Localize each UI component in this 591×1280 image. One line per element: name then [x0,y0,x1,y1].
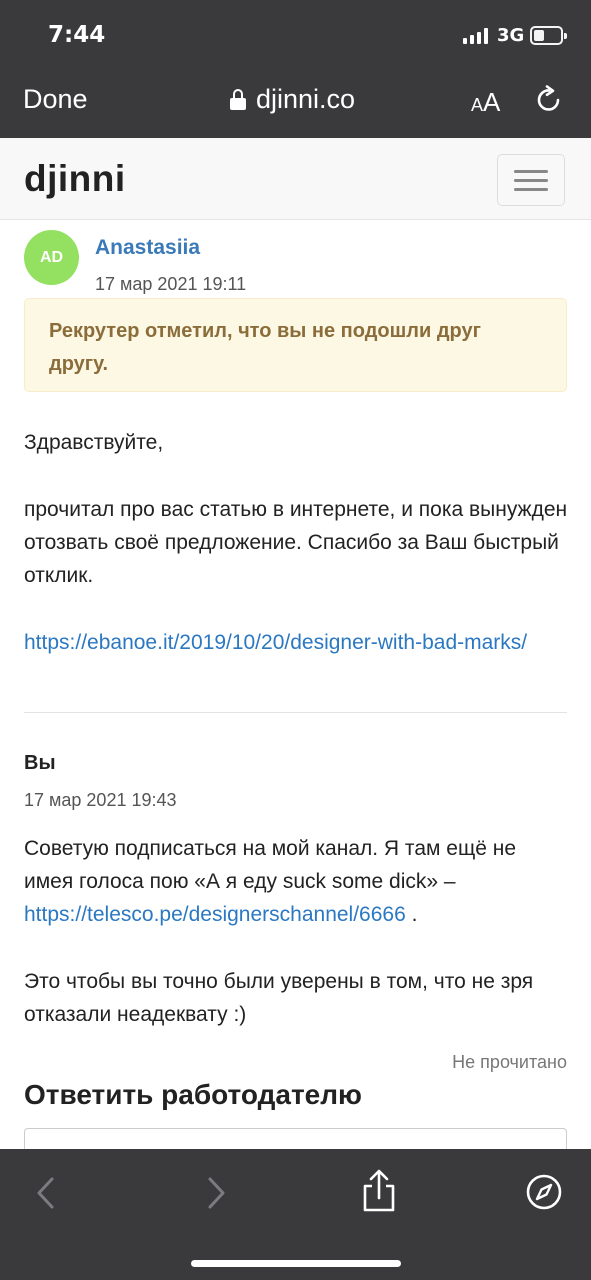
hamburger-icon-line [514,170,548,173]
lock-icon [230,88,246,111]
share-icon[interactable] [358,1169,400,1213]
browser-chrome: 7:44 3G Done djinni.co AA [0,0,591,138]
home-indicator [191,1260,401,1267]
back-icon[interactable] [28,1173,68,1213]
done-button[interactable]: Done [23,84,88,115]
channel-link[interactable]: https://telesco.pe/designerschannel/6666 [24,903,406,926]
compass-icon[interactable] [524,1172,564,1212]
sender-name: Вы [24,752,56,774]
sender-name-link[interactable]: Anastasiia [95,236,200,260]
message-greeting: Здравствуйте, [24,431,164,454]
reply-heading: Ответить работодателю [24,1079,362,1110]
hamburger-icon-line [514,179,548,182]
message-body: Советую подписаться на мой канал. Я там … [24,837,517,926]
message-body: прочитал про вас статью в интернете, и п… [24,498,568,587]
reload-icon[interactable] [534,85,564,115]
safari-toolbar [0,1149,591,1280]
site-logo[interactable]: djinni [24,158,126,200]
avatar: AD [24,230,79,285]
message-date: 17 мар 2021 19:11 [95,274,247,294]
read-status: Не прочитано [452,1052,567,1072]
reply-textarea[interactable] [24,1128,567,1149]
message-date: 17 мар 2021 19:43 [24,790,177,810]
address-bar[interactable]: djinni.co [230,84,355,115]
url-text: djinni.co [256,84,356,114]
rejection-alert: Рекрутер отметил, что вы не подошли друг… [24,298,567,392]
status-time: 7:44 [48,22,106,48]
hamburger-menu-button[interactable] [497,154,565,206]
hamburger-icon-line [514,188,548,191]
network-label: 3G [497,25,525,46]
article-link[interactable]: https://ebanoe.it/2019/10/20/designer-wi… [24,631,527,654]
battery-icon [530,26,567,45]
article-link-wrap: https://ebanoe.it/2019/10/20/designer-wi… [24,626,569,659]
text-size-button[interactable]: AA [471,87,500,118]
signal-icon [463,28,488,44]
site-header: djinni [0,138,591,220]
message-divider [24,712,567,713]
message-body-2: Это чтобы вы точно были уверены в том, ч… [24,970,534,1026]
conversation: AD Anastasiia 17 мар 2021 19:11 Рекрутер… [0,221,591,1149]
forward-icon[interactable] [194,1173,234,1213]
